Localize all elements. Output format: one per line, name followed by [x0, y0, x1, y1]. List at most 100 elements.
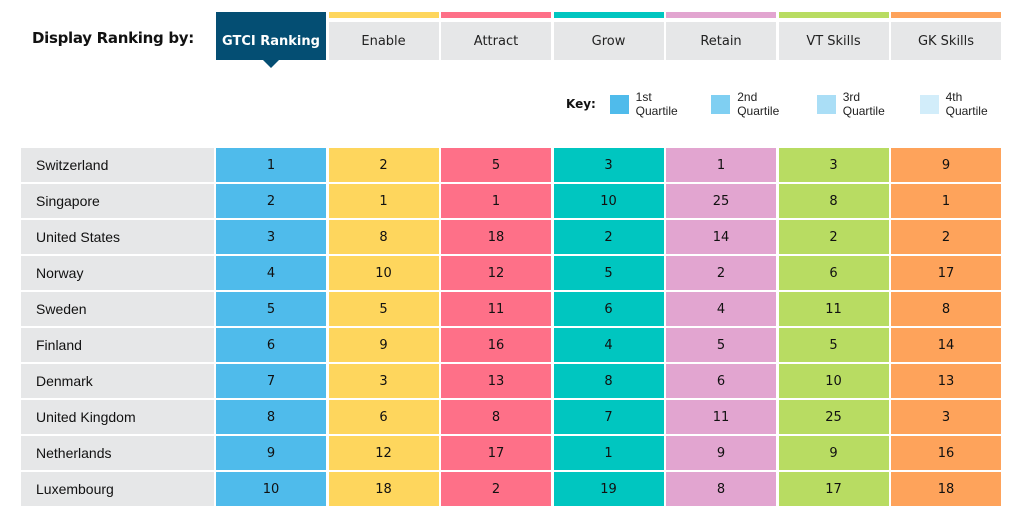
rank-cell: 25 [666, 184, 776, 218]
country-name: United States [21, 220, 214, 254]
rank-cell: 10 [216, 472, 326, 506]
rank-cell: 10 [328, 256, 439, 290]
rank-cell: 16 [441, 328, 551, 362]
rank-cell: 6 [328, 400, 439, 434]
quartile-swatch [816, 94, 836, 114]
country-name: Switzerland [21, 148, 214, 182]
rank-cell: 1 [666, 148, 776, 182]
rank-cell: 17 [778, 472, 889, 506]
rank-cell: 7 [216, 364, 326, 398]
rank-cell: 5 [778, 328, 889, 362]
rank-cell: 6 [553, 292, 664, 326]
rank-cell: 10 [778, 364, 889, 398]
rank-cell: 10 [553, 184, 664, 218]
tab-label: GK Skills [891, 22, 1001, 60]
tab-color-bar [891, 12, 1001, 18]
tab-attract[interactable]: Attract [441, 12, 551, 60]
quartile-label: 1st Quartile [635, 90, 678, 118]
rank-cell: 2 [216, 184, 326, 218]
rank-cell: 8 [328, 220, 439, 254]
rank-cell: 14 [891, 328, 1001, 362]
rank-cell: 13 [441, 364, 551, 398]
country-name: Finland [21, 328, 214, 362]
tab-color-bar [553, 12, 664, 18]
rank-cell: 16 [891, 436, 1001, 470]
rank-cell: 9 [666, 436, 776, 470]
tab-gk-skills[interactable]: GK Skills [891, 12, 1001, 60]
quartile-swatch [609, 94, 629, 114]
rank-cell: 12 [441, 256, 551, 290]
rank-cell: 9 [328, 328, 439, 362]
rank-cell: 2 [666, 256, 776, 290]
tab-label: Retain [666, 22, 776, 60]
tab-gtci-ranking[interactable]: GTCI Ranking [216, 12, 326, 68]
rank-cell: 14 [666, 220, 776, 254]
display-ranking-label: Display Ranking by: [32, 29, 194, 47]
rank-cell: 18 [891, 472, 1001, 506]
rank-cell: 18 [328, 472, 439, 506]
rank-cell: 1 [891, 184, 1001, 218]
rank-cell: 13 [891, 364, 1001, 398]
tab-color-bar [328, 12, 439, 18]
rank-cell: 8 [891, 292, 1001, 326]
country-name: Singapore [21, 184, 214, 218]
tab-color-bar [666, 12, 776, 18]
tab-label: GTCI Ranking [216, 12, 326, 60]
tab-color-bar [441, 12, 551, 18]
rank-cell: 4 [553, 328, 664, 362]
rank-cell: 1 [216, 148, 326, 182]
rank-cell: 5 [328, 292, 439, 326]
rank-cell: 19 [553, 472, 664, 506]
rank-cell: 9 [778, 436, 889, 470]
rank-cell: 8 [666, 472, 776, 506]
tab-color-bar [778, 12, 889, 18]
rank-cell: 5 [216, 292, 326, 326]
rank-cell: 4 [666, 292, 776, 326]
rank-cell: 3 [216, 220, 326, 254]
quartile-swatch [919, 94, 939, 114]
quartile-key: Key: 1st Quartile 2nd Quartile 3rd Quartil… [566, 90, 1022, 118]
quartile-label: 2nd Quartile [737, 90, 780, 118]
country-name: Sweden [21, 292, 214, 326]
rank-cell: 8 [553, 364, 664, 398]
country-name: Luxembourg [21, 472, 214, 506]
country-name: United Kingdom [21, 400, 214, 434]
tab-retain[interactable]: Retain [666, 12, 776, 60]
country-name: Denmark [21, 364, 214, 398]
tab-vt-skills[interactable]: VT Skills [778, 12, 889, 60]
rank-cell: 1 [553, 436, 664, 470]
rank-cell: 3 [891, 400, 1001, 434]
tab-grow[interactable]: Grow [553, 12, 664, 60]
tab-label: Attract [441, 22, 551, 60]
rank-cell: 3 [778, 148, 889, 182]
country-name: Netherlands [21, 436, 214, 470]
rank-cell: 11 [666, 400, 776, 434]
rank-cell: 5 [666, 328, 776, 362]
rank-cell: 6 [778, 256, 889, 290]
rank-cell: 18 [441, 220, 551, 254]
quartile-label: 3rd Quartile [842, 90, 885, 118]
quartile-label: 4th Quartile [945, 90, 988, 118]
rank-cell: 8 [441, 400, 551, 434]
rank-cell: 3 [328, 364, 439, 398]
tab-label: VT Skills [778, 22, 889, 60]
tab-label: Enable [328, 22, 439, 60]
key-title: Key: [566, 97, 596, 111]
rank-cell: 11 [441, 292, 551, 326]
rank-cell: 8 [216, 400, 326, 434]
rank-cell: 17 [891, 256, 1001, 290]
rank-cell: 12 [328, 436, 439, 470]
rank-cell: 1 [441, 184, 551, 218]
rank-cell: 3 [553, 148, 664, 182]
tab-enable[interactable]: Enable [328, 12, 439, 60]
rank-cell: 1 [328, 184, 439, 218]
rank-cell: 6 [666, 364, 776, 398]
rank-cell: 2 [778, 220, 889, 254]
country-name: Norway [21, 256, 214, 290]
rank-cell: 5 [441, 148, 551, 182]
rank-cell: 8 [778, 184, 889, 218]
rank-cell: 11 [778, 292, 889, 326]
rank-cell: 9 [216, 436, 326, 470]
rank-cell: 7 [553, 400, 664, 434]
tab-label: Grow [553, 22, 664, 60]
